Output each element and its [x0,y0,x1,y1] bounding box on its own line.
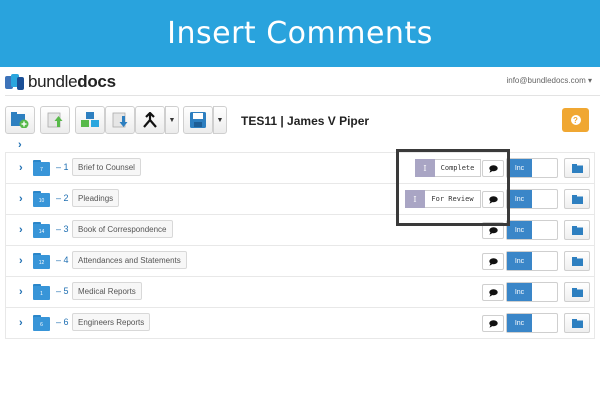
table-row[interactable]: › 6 – 6 Engineers Reports Inc [5,308,595,339]
merge-icon [143,112,157,128]
open-folder-button[interactable] [564,220,590,240]
folder-icon: 6 [33,315,50,331]
open-folder-button[interactable] [564,313,590,333]
open-folder-icon [571,287,583,297]
help-button[interactable]: ? [562,108,589,132]
folder-icon: 10 [33,191,50,207]
merge-button[interactable] [135,106,165,134]
upload-icon [47,112,63,128]
account-email: info@bundledocs.com [506,76,586,85]
comment-icon [488,288,498,297]
caret-down-icon: ▾ [587,76,592,85]
toggle-on-label: Inc [507,252,532,270]
chevron-right-icon[interactable]: › [19,286,23,298]
row-number: – 4 [56,255,69,265]
row-number: – 2 [56,193,69,203]
section-title[interactable]: Book of Correspondence [72,220,173,238]
folder-icon: 7 [33,160,50,176]
include-toggle[interactable]: Inc [506,189,558,209]
open-folder-button[interactable] [564,158,590,178]
open-folder-button[interactable] [564,282,590,302]
toggle-on-label: Inc [507,190,532,208]
cubes-icon [81,112,99,127]
expand-all-chevron-icon[interactable]: › [18,139,22,151]
highlight-box [396,149,510,226]
include-toggle[interactable]: Inc [506,282,558,302]
title-banner: Insert Comments [0,0,600,67]
chevron-right-icon[interactable]: › [19,317,23,329]
open-folder-button[interactable] [564,189,590,209]
caret-down-icon: ▼ [216,116,224,124]
chevron-right-icon[interactable]: › [19,224,23,236]
folder-icon: 1 [33,284,50,300]
open-folder-icon [571,256,583,266]
logo-mark-icon [5,74,25,90]
open-folder-icon [571,225,583,235]
row-number: – 1 [56,162,69,172]
comment-button[interactable] [482,253,504,270]
account-menu[interactable]: info@bundledocs.com ▾ [506,76,592,85]
section-title[interactable]: Attendances and Statements [72,251,187,269]
merge-dropdown-caret[interactable]: ▼ [165,106,179,134]
open-folder-icon [571,194,583,204]
include-toggle[interactable]: Inc [506,313,558,333]
row-number: – 5 [56,286,69,296]
row-number: – 3 [56,224,69,234]
toggle-on-label: Inc [507,283,532,301]
caret-down-icon: ▼ [168,116,176,124]
open-folder-button[interactable] [564,251,590,271]
include-toggle[interactable]: Inc [506,220,558,240]
folder-icon: 14 [33,222,50,238]
chevron-right-icon[interactable]: › [19,162,23,174]
download-icon [112,112,128,128]
table-row[interactable]: › 1 – 5 Medical Reports Inc [5,277,595,308]
toggle-on-label: Inc [507,314,532,332]
logo[interactable]: bundledocs [5,72,116,91]
toggle-on-label: Inc [507,159,532,177]
include-toggle[interactable]: Inc [506,251,558,271]
table-row[interactable]: › 12 – 4 Attendances and Statements Inc [5,246,595,277]
comment-button[interactable] [482,315,504,332]
add-document-icon [11,112,29,128]
toggle-on-label: Inc [507,221,532,239]
include-toggle[interactable]: Inc [506,158,558,178]
save-icon [190,112,206,128]
open-folder-icon [571,163,583,173]
comment-icon [488,257,498,266]
cubes-button[interactable] [75,106,105,134]
section-title[interactable]: Medical Reports [72,282,142,300]
download-button[interactable] [105,106,135,134]
section-title[interactable]: Engineers Reports [72,313,151,331]
help-icon: ? [570,115,581,125]
folder-icon: 12 [33,253,50,269]
open-folder-icon [571,318,583,328]
save-dropdown-caret[interactable]: ▼ [213,106,227,134]
top-bar: bundledocs info@bundledocs.com ▾ [5,67,600,96]
document-title: TES11 | James V Piper [241,114,370,128]
row-number: – 6 [56,317,69,327]
chevron-right-icon[interactable]: › [19,255,23,267]
chevron-right-icon[interactable]: › [19,193,23,205]
upload-button[interactable] [40,106,70,134]
comment-button[interactable] [482,284,504,301]
comment-icon [488,319,498,328]
add-document-button[interactable] [5,106,35,134]
section-title[interactable]: Brief to Counsel [72,158,141,176]
logo-text: bundledocs [28,72,116,91]
banner-title: Insert Comments [167,16,433,51]
section-title[interactable]: Pleadings [72,189,120,207]
save-button[interactable] [183,106,213,134]
comment-icon [488,226,498,235]
app-window: bundledocs info@bundledocs.com ▾ ▼ ▼ TES… [5,67,600,400]
